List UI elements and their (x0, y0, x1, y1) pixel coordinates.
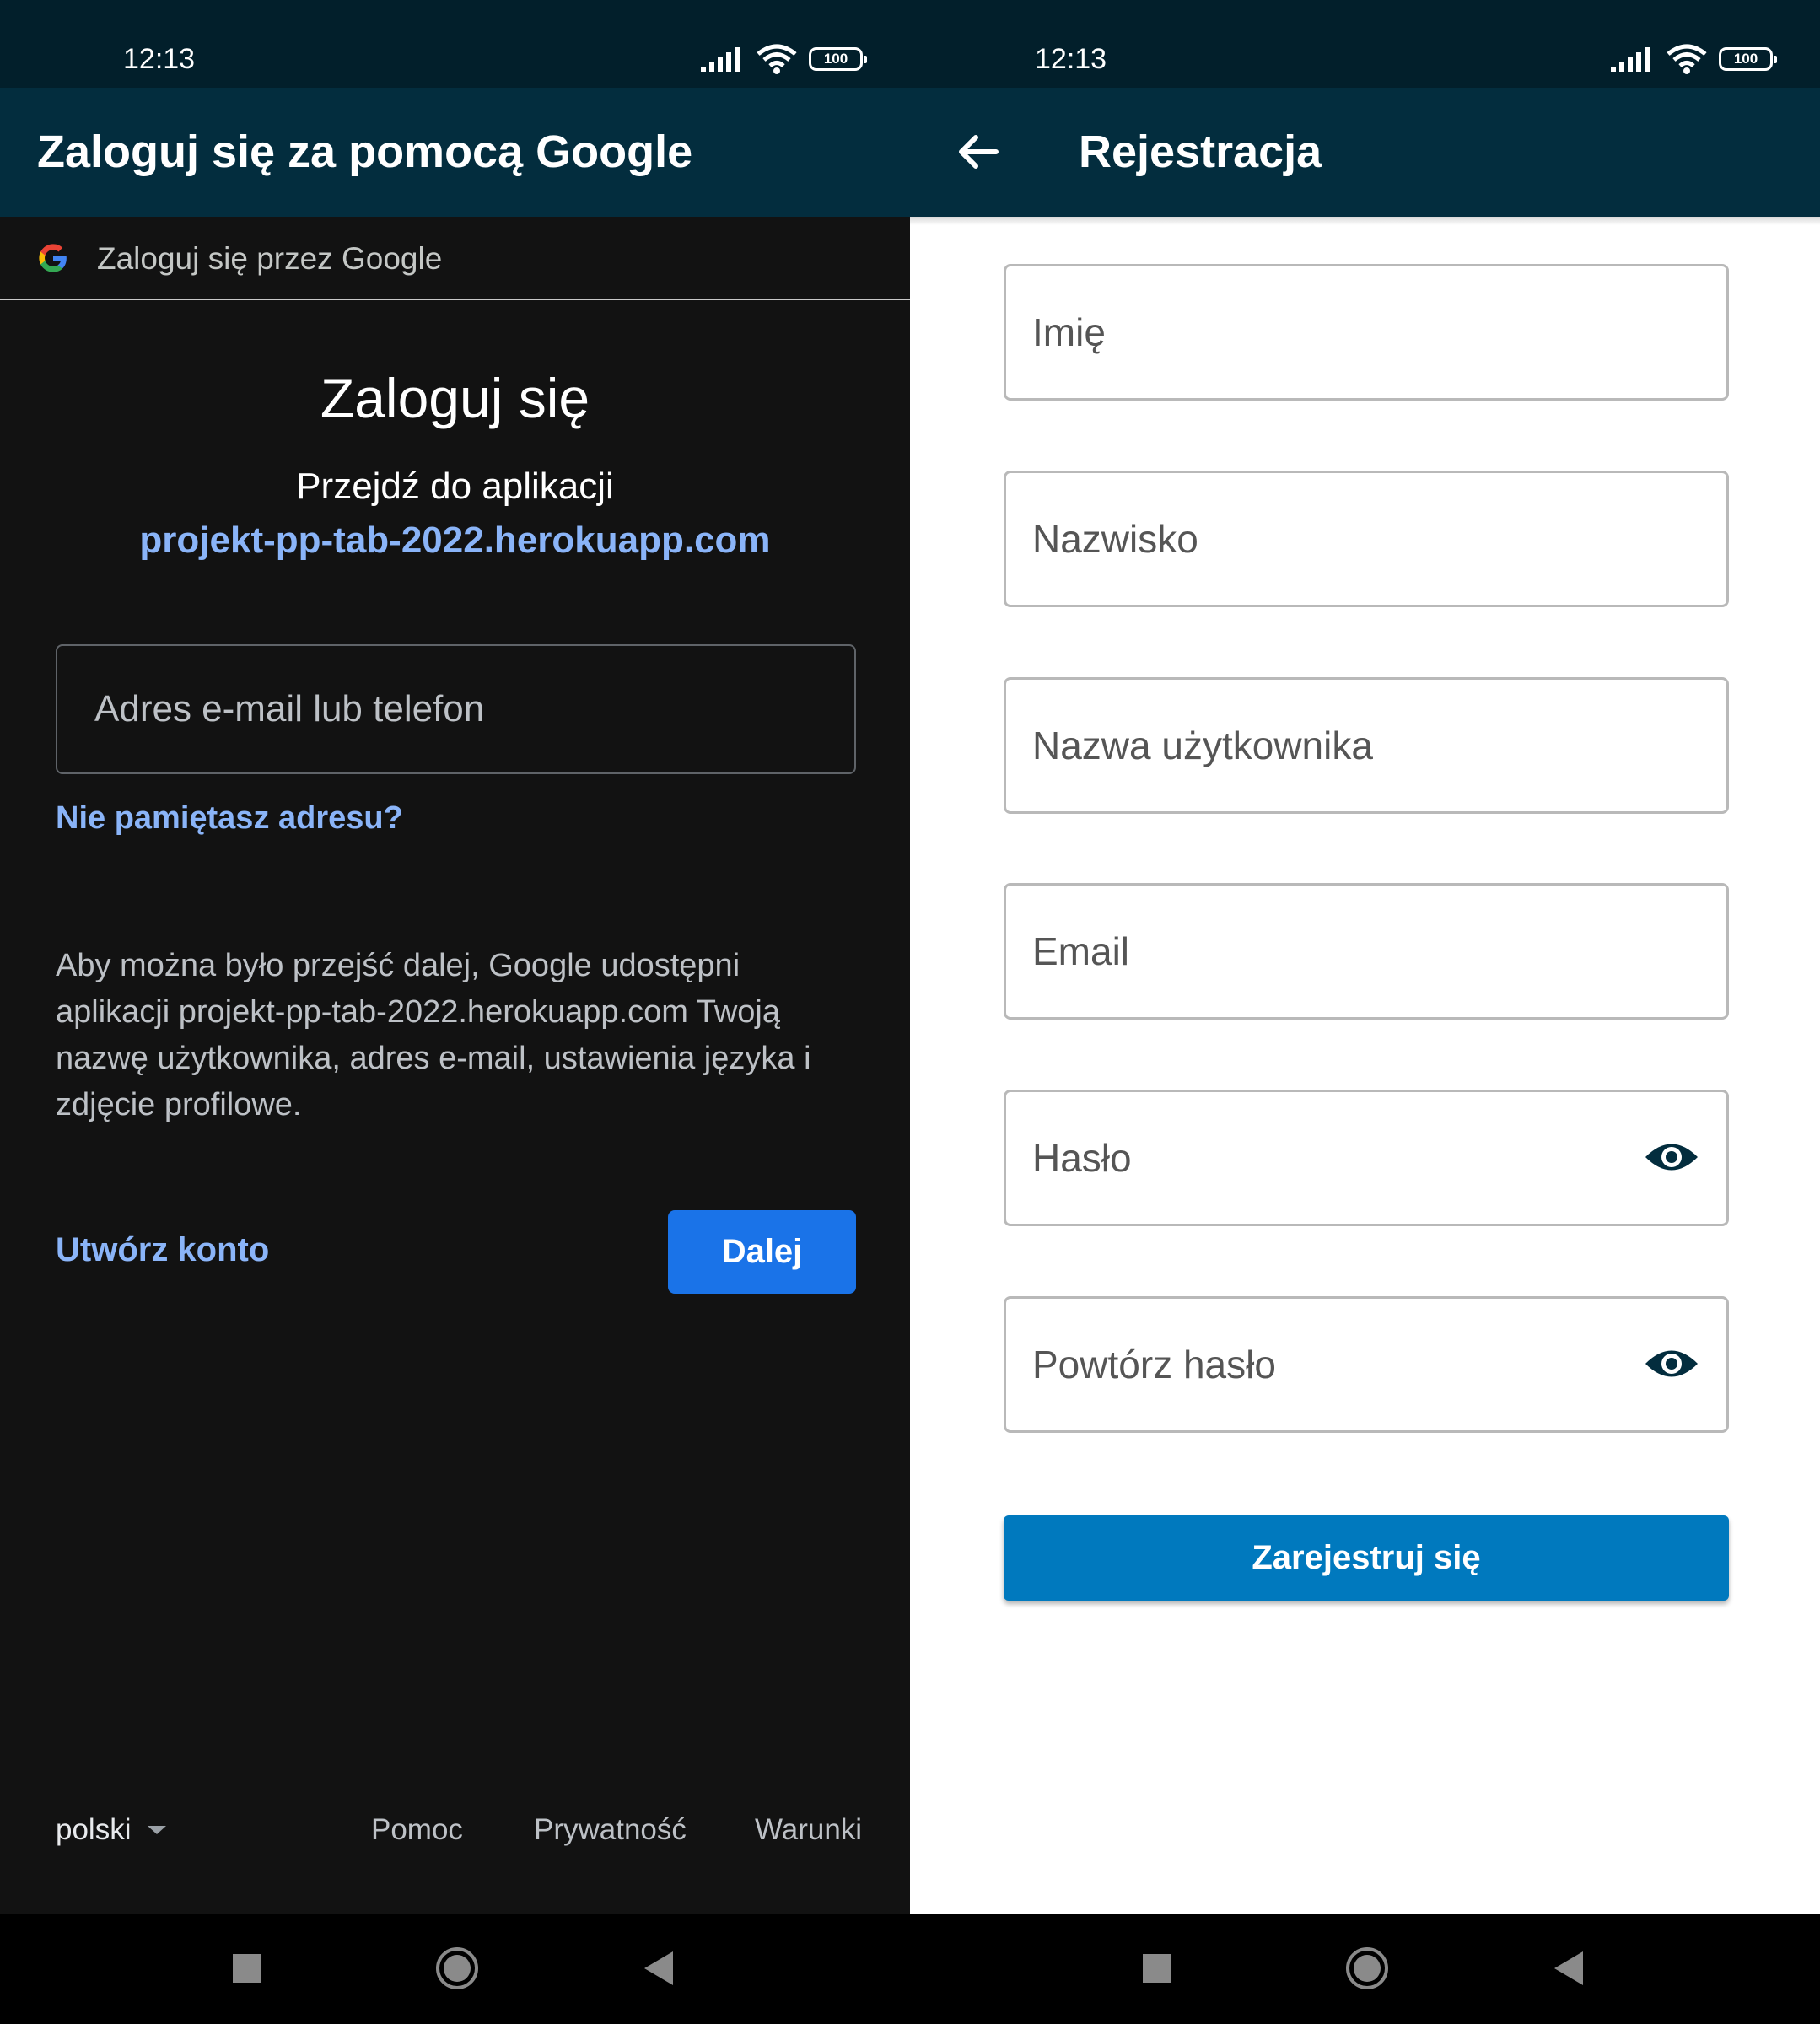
app-domain-link[interactable]: projekt-pp-tab-2022.herokuapp.com (0, 518, 910, 563)
register-button[interactable]: Zarejestruj się (1004, 1515, 1729, 1601)
status-icons: 100 (1611, 42, 1777, 76)
registration-screen: 12:13 100 Rejestracja Imię Nazwisko Nazw… (910, 0, 1820, 2024)
eye-icon[interactable] (1644, 1129, 1699, 1185)
email-label: Email (1032, 929, 1130, 973)
signin-subheading: Przejdź do aplikacji (296, 466, 614, 507)
status-icons: 100 (701, 42, 867, 76)
status-time: 12:13 (123, 43, 196, 75)
language-selector[interactable]: polski (56, 1805, 131, 1855)
email-field[interactable]: Email (1004, 883, 1729, 1020)
system-nav-bar (910, 1914, 1820, 2024)
back-arrow-icon[interactable] (954, 128, 1001, 175)
password-label: Hasło (1032, 1136, 1132, 1180)
status-bar: 12:13 100 (0, 0, 910, 88)
first-name-field[interactable]: Imię (1004, 264, 1729, 401)
google-signin-screen: 12:13 100 Zaloguj się za pomocą Google Z… (0, 0, 910, 2024)
next-button[interactable]: Dalej (668, 1210, 856, 1294)
create-account-link[interactable]: Utwórz konto (56, 1227, 269, 1273)
signal-icon (701, 47, 740, 72)
google-logo-icon (39, 244, 67, 272)
nav-home-icon[interactable] (1345, 1946, 1389, 1990)
last-name-field[interactable]: Nazwisko (1004, 471, 1729, 607)
password-field[interactable]: Hasło (1004, 1090, 1729, 1226)
dropdown-caret-icon[interactable] (148, 1826, 166, 1834)
email-phone-input[interactable]: Adres e-mail lub telefon (56, 644, 856, 774)
signin-heading: Zaloguj się (320, 367, 590, 429)
status-bar: 12:13 100 (910, 0, 1820, 88)
google-header-bar: Zaloguj się przez Google (0, 217, 910, 300)
status-time: 12:13 (1035, 43, 1107, 75)
nav-back-icon[interactable] (1554, 1951, 1583, 1985)
repeat-password-field[interactable]: Powtórz hasło (1004, 1296, 1729, 1433)
battery-icon: 100 (809, 47, 867, 71)
google-footer: polski Pomoc Prywatność Warunki (0, 1805, 910, 1855)
wifi-icon (1667, 44, 1707, 74)
appbar-shadow (910, 217, 1820, 225)
nav-back-icon[interactable] (644, 1951, 673, 1985)
last-name-label: Nazwisko (1032, 517, 1198, 561)
eye-icon[interactable] (1644, 1336, 1699, 1392)
username-label: Nazwa użytkownika (1032, 724, 1373, 767)
google-bar-title: Zaloguj się przez Google (97, 241, 443, 276)
help-link[interactable]: Pomoc (371, 1805, 463, 1855)
battery-icon: 100 (1719, 47, 1777, 71)
consent-info-text: Aby można było przejść dalej, Google udo… (56, 948, 811, 1122)
forgot-email-link[interactable]: Nie pamiętasz adresu? (56, 795, 403, 841)
appbar-title: Zaloguj się za pomocą Google (37, 126, 693, 177)
appbar-title: Rejestracja (1079, 126, 1322, 177)
app-bar: Rejestracja (910, 88, 1820, 217)
signal-icon (1611, 47, 1650, 72)
app-bar: Zaloguj się za pomocą Google (0, 88, 910, 217)
privacy-link[interactable]: Prywatność (534, 1805, 687, 1855)
nav-home-icon[interactable] (435, 1946, 479, 1990)
email-phone-placeholder: Adres e-mail lub telefon (94, 688, 485, 729)
nav-recents-icon[interactable] (1143, 1954, 1171, 1983)
first-name-label: Imię (1032, 310, 1106, 354)
nav-recents-icon[interactable] (233, 1954, 261, 1983)
terms-link[interactable]: Warunki (755, 1805, 862, 1855)
username-field[interactable]: Nazwa użytkownika (1004, 677, 1729, 814)
wifi-icon (757, 44, 797, 74)
system-nav-bar (0, 1914, 910, 2024)
repeat-password-label: Powtórz hasło (1032, 1343, 1276, 1386)
